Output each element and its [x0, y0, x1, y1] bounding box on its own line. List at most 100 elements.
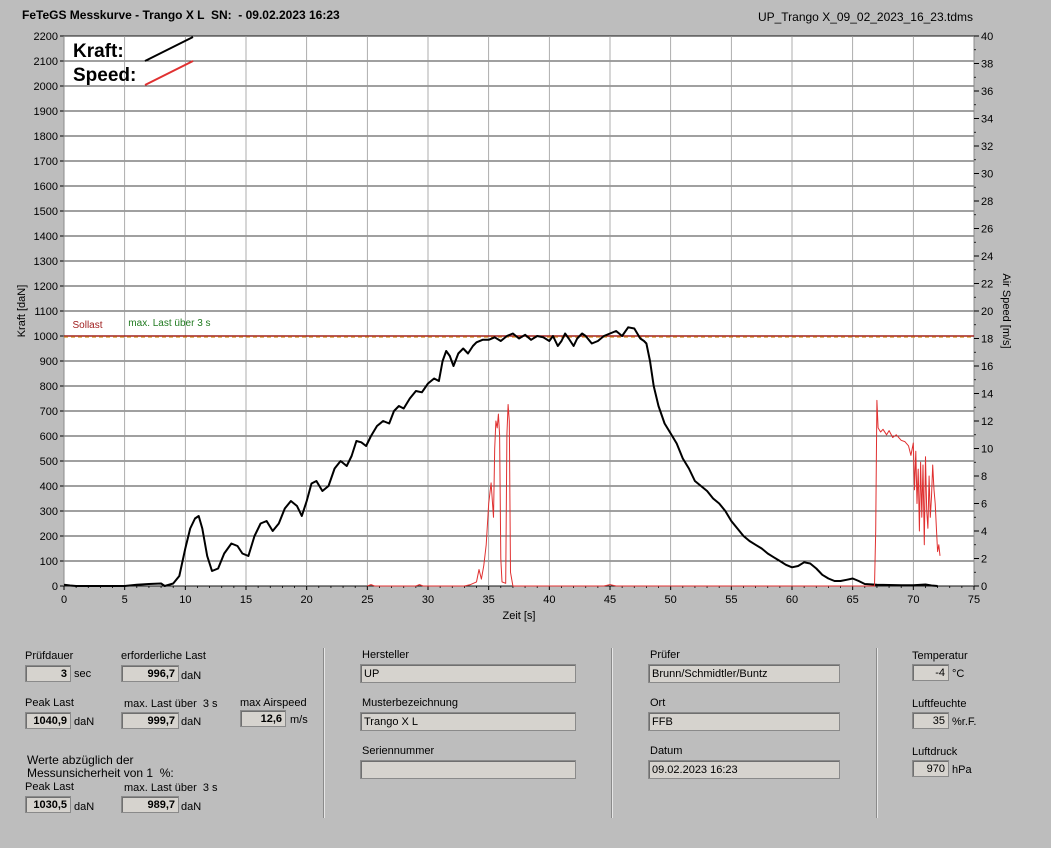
x-tick-label: 40 — [543, 594, 555, 606]
x-tick-label: 25 — [361, 594, 373, 606]
ort-label: Ort — [650, 697, 666, 709]
x-tick-label: 50 — [665, 594, 677, 606]
uncertainty-note: Werte abzüglich der Messunsicherheit von… — [27, 753, 174, 780]
y2-tick-label: 38 — [981, 59, 993, 71]
y-tick-label: 0 — [52, 581, 58, 593]
y-axis-label: Kraft [daN] — [16, 285, 28, 338]
pruefer-field: Brunn/Schmidtler/Buntz — [648, 664, 840, 683]
pruefdauer-unit: sec — [74, 668, 92, 680]
y2-tick-label: 34 — [981, 114, 993, 126]
y2-tick-label: 12 — [981, 416, 993, 428]
seriennummer-field — [360, 760, 576, 779]
x-tick-label: 15 — [240, 594, 252, 606]
datum-label: Datum — [650, 745, 683, 757]
pruefdauer-value: 3 — [25, 665, 71, 682]
x-tick-label: 30 — [422, 594, 434, 606]
pruefdauer-label: Prüfdauer — [25, 650, 74, 662]
datum-field: 09.02.2023 16:23 — [648, 760, 840, 779]
max-last-3s-label: max. Last über 3 s — [124, 698, 218, 710]
y-tick-label: 600 — [40, 431, 58, 443]
luftdruck-label: Luftdruck — [912, 746, 958, 758]
max-airspeed-unit: m/s — [290, 714, 308, 726]
y-tick-label: 1600 — [34, 181, 58, 193]
y2-tick-label: 8 — [981, 471, 987, 483]
y-tick-label: 1000 — [34, 331, 58, 343]
y-tick-label: 700 — [40, 406, 58, 418]
y-tick-label: 2200 — [34, 31, 58, 43]
y-tick-label: 100 — [40, 556, 58, 568]
max-last-label: max. Last über 3 s — [128, 318, 210, 329]
y2-tick-label: 2 — [981, 554, 987, 566]
legend-speed-label: Speed: — [73, 65, 136, 86]
x-tick-label: 55 — [725, 594, 737, 606]
temperatur-label: Temperatur — [912, 650, 968, 662]
y2-tick-label: 32 — [981, 141, 993, 153]
y-tick-label: 400 — [40, 481, 58, 493]
luftdruck-value: 970 — [912, 760, 949, 777]
max-last-3s-corr-unit: daN — [181, 801, 202, 813]
y-tick-label: 2000 — [34, 81, 58, 93]
x-tick-label: 10 — [179, 594, 191, 606]
pruefer-label: Prüfer — [650, 649, 680, 661]
max-airspeed-label: max Airspeed — [240, 697, 307, 709]
x-tick-label: 35 — [483, 594, 495, 606]
y2-tick-label: 14 — [981, 389, 993, 401]
x-axis-label: Zeit [s] — [502, 610, 535, 622]
x-tick-label: 70 — [907, 594, 919, 606]
y2-tick-label: 24 — [981, 251, 993, 263]
peak-last-corr-label: Peak Last — [25, 781, 74, 793]
y-tick-label: 2100 — [34, 56, 58, 68]
x-tick-label: 45 — [604, 594, 616, 606]
hersteller-label: Hersteller — [362, 649, 410, 661]
y2-tick-label: 40 — [981, 31, 993, 43]
x-tick-label: 65 — [847, 594, 859, 606]
y-tick-label: 1500 — [34, 206, 58, 218]
x-tick-label: 0 — [61, 594, 67, 606]
y-tick-label: 1100 — [34, 306, 58, 318]
seriennummer-label: Seriennummer — [362, 745, 435, 757]
max-last-3s-corr-value: 989,7 — [121, 796, 179, 813]
y-tick-label: 200 — [40, 531, 58, 543]
peak-last-corr-value: 1030,5 — [25, 796, 71, 813]
peak-last-value: 1040,9 — [25, 712, 71, 729]
y-tick-label: 1900 — [34, 106, 58, 118]
separator — [611, 648, 613, 818]
y-tick-label: 1200 — [34, 281, 58, 293]
luftfeuchte-unit: %r.F. — [952, 716, 977, 728]
max-last-3s-unit: daN — [181, 716, 202, 728]
x-tick-label: 20 — [301, 594, 313, 606]
y2-tick-label: 22 — [981, 279, 993, 291]
y2-tick-label: 28 — [981, 196, 993, 208]
luftfeuchte-value: 35 — [912, 712, 949, 729]
y2-tick-label: 30 — [981, 169, 993, 181]
y2-tick-label: 36 — [981, 86, 993, 98]
y2-tick-label: 0 — [981, 581, 987, 593]
peak-last-corr-unit: daN — [74, 801, 95, 813]
luftdruck-unit: hPa — [952, 764, 972, 776]
y2-tick-label: 16 — [981, 361, 993, 373]
temperatur-value: -4 — [912, 664, 949, 681]
y-tick-label: 900 — [40, 356, 58, 368]
separator — [876, 648, 878, 818]
peak-last-unit: daN — [74, 716, 95, 728]
musterbezeichnung-field: Trango X L — [360, 712, 576, 731]
y2-tick-label: 4 — [981, 526, 987, 538]
sollast-label: Sollast — [72, 320, 102, 331]
y-tick-label: 1300 — [34, 256, 58, 268]
y-tick-label: 1800 — [34, 131, 58, 143]
hersteller-field: UP — [360, 664, 576, 683]
y-tick-label: 1700 — [34, 156, 58, 168]
max-last-3s-value: 999,7 — [121, 712, 179, 729]
max-last-3s-corr-label: max. Last über 3 s — [124, 782, 218, 794]
ort-field: FFB — [648, 712, 840, 731]
y-tick-label: 300 — [40, 506, 58, 518]
y-tick-label: 500 — [40, 456, 58, 468]
erforderliche-last-unit: daN — [181, 670, 202, 682]
y2-tick-label: 26 — [981, 224, 993, 236]
musterbezeichnung-label: Musterbezeichnung — [362, 697, 459, 709]
y-tick-label: 800 — [40, 381, 58, 393]
peak-last-label: Peak Last — [25, 697, 74, 709]
y2-axis-label: Air Speed [m/s] — [1000, 273, 1012, 348]
x-tick-label: 5 — [122, 594, 128, 606]
temperatur-unit: °C — [952, 668, 965, 680]
